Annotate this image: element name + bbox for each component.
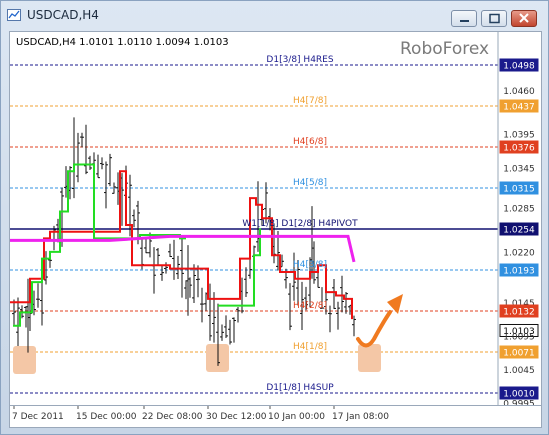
level-label: W1[1/8] D1[2/8] H4PIVOT bbox=[242, 219, 358, 229]
level-label: D1[1/8] H4SUP bbox=[266, 383, 334, 393]
price-label: 1.0254 bbox=[503, 226, 535, 236]
level-label: H4[5/8] bbox=[293, 178, 327, 188]
watermark: RoboForex bbox=[400, 39, 489, 59]
bottom-highlight-box bbox=[13, 346, 36, 374]
price-label: 1.0010 bbox=[503, 390, 535, 400]
time-tick-label: 10 Jan 00:00 bbox=[268, 412, 325, 422]
murrey-levels bbox=[10, 64, 498, 394]
price-tick-label: 1.0345 bbox=[503, 164, 535, 174]
title-bar[interactable]: USDCAD,H4 bbox=[1, 1, 548, 29]
price-tick-label: 1.0285 bbox=[503, 205, 535, 215]
close-button[interactable] bbox=[511, 10, 537, 27]
price-tick-label: 1.0395 bbox=[503, 131, 535, 141]
level-label: H4[3/8] bbox=[293, 260, 327, 270]
level-label: H4[2/8] bbox=[293, 301, 327, 311]
time-tick-label: 15 Dec 00:00 bbox=[76, 412, 137, 422]
maximize-button[interactable] bbox=[481, 10, 507, 27]
price-tick-label: 1.0220 bbox=[503, 248, 535, 258]
bottom-highlight-box bbox=[358, 344, 381, 372]
level-label: H4[7/8] bbox=[293, 96, 327, 106]
time-tick-label: 7 Dec 2011 bbox=[12, 412, 64, 422]
price-label: 1.0498 bbox=[503, 62, 535, 72]
close-icon bbox=[519, 13, 529, 23]
level-label: H4[6/8] bbox=[293, 137, 327, 147]
price-tick-label: 1.0460 bbox=[503, 87, 535, 97]
minimize-button[interactable] bbox=[451, 10, 477, 27]
price-tick-label: 0.9995 bbox=[503, 400, 535, 405]
price-label: 1.0315 bbox=[503, 185, 535, 195]
time-axis: 7 Dec 2011 15 Dec 00:00 22 Dec 08:00 30 Dec… bbox=[9, 406, 542, 428]
time-axis-svg: 7 Dec 2011 15 Dec 00:00 22 Dec 08:00 30 Dec… bbox=[12, 406, 389, 422]
chart-plot-area[interactable]: D1[3/8] H4RES H4[7/8] H4[6/8] H4[5/8] W1[1/8… bbox=[9, 31, 542, 410]
maximize-icon bbox=[489, 13, 500, 24]
price-tick-label: 1.0045 bbox=[503, 366, 535, 376]
forecast-arrow bbox=[356, 310, 392, 348]
price-label: 1.0376 bbox=[503, 144, 535, 154]
chart-window: USDCAD,H4 D1[3/8] H4RES H4[7/8] H4[6/8] H4[… bbox=[0, 0, 549, 435]
chart-info-line: USDCAD,H4 1.0101 1.0110 1.0094 1.0103 bbox=[16, 37, 229, 48]
price-tick-label: 1.0095 bbox=[503, 332, 535, 342]
time-tick-label: 17 Jan 08:00 bbox=[332, 412, 389, 422]
support-step-line bbox=[13, 163, 186, 327]
price-label: 1.0437 bbox=[503, 103, 535, 113]
resistance-step-line bbox=[10, 170, 353, 320]
chart-window-icon bbox=[7, 9, 21, 21]
price-label: 1.0071 bbox=[503, 349, 535, 359]
price-label: 1.0132 bbox=[503, 308, 535, 318]
price-axis: 1.0498 1.0460 1.0437 1.0395 1.0376 1.0345 1.03… bbox=[497, 32, 539, 410]
time-tick-label: 22 Dec 08:00 bbox=[142, 412, 203, 422]
level-label: H4[1/8] bbox=[293, 342, 327, 352]
window-title: USDCAD,H4 bbox=[27, 8, 99, 22]
time-tick-label: 30 Dec 12:00 bbox=[206, 412, 267, 422]
minimize-icon bbox=[460, 20, 469, 22]
price-label: 1.0193 bbox=[503, 267, 535, 277]
price-chart[interactable]: D1[3/8] H4RES H4[7/8] H4[6/8] H4[5/8] W1[1/8… bbox=[10, 32, 541, 410]
level-label: D1[3/8] H4RES bbox=[266, 55, 333, 65]
